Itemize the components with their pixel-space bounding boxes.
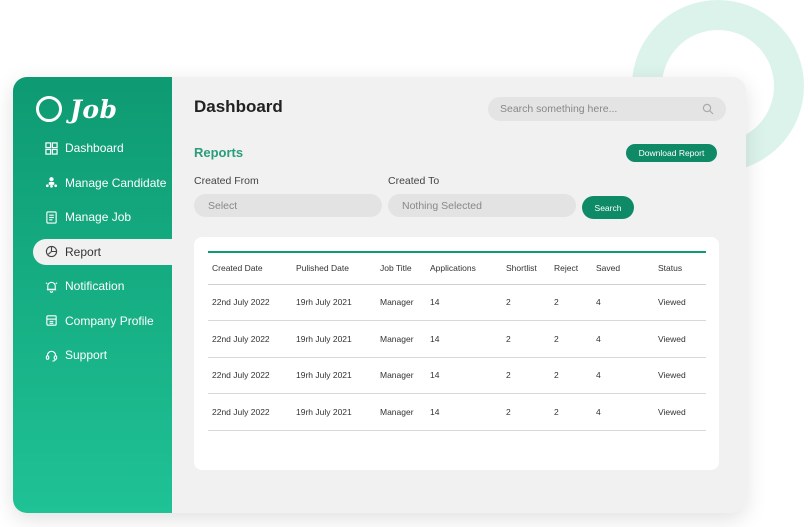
table-cell: 2 (502, 320, 550, 358)
sidebar-item-label: Company Profile (65, 313, 154, 328)
table-cell: 19rh July 2021 (292, 320, 376, 358)
app-window: Job Dashboard Manage Candidate Manage Jo… (13, 77, 746, 513)
search-button[interactable]: Search (582, 196, 634, 219)
report-table-card: Created Date Pulished Date Job Title App… (194, 237, 719, 470)
table-cell: Viewed (654, 393, 706, 431)
column-header: Created Date (212, 263, 263, 274)
download-report-button[interactable]: Download Report (626, 144, 717, 162)
table-cell: 22nd July 2022 (208, 320, 292, 358)
search-icon[interactable] (702, 103, 714, 115)
table-cell: Viewed (654, 320, 706, 358)
table-cell: Viewed (654, 284, 706, 321)
column-header: Job Title (380, 263, 412, 274)
created-from-select[interactable]: Select (194, 194, 382, 217)
brand-name: Job (70, 94, 118, 124)
page: Job Dashboard Manage Candidate Manage Jo… (0, 0, 808, 527)
table-cell: 4 (592, 320, 654, 358)
reports-title: Reports (194, 145, 244, 160)
table-cell: 2 (550, 320, 592, 358)
bell-icon (44, 279, 58, 293)
column-header: Pulished Date (296, 263, 349, 274)
table-cell: 2 (550, 357, 592, 394)
sidebar-item-label: Dashboard (65, 141, 124, 155)
sidebar-item-report[interactable]: Report (33, 238, 172, 265)
table-cell: 2 (502, 357, 550, 394)
building-icon (44, 314, 58, 328)
brand-logo[interactable]: Job (36, 91, 117, 127)
table-cell: Manager (376, 393, 426, 431)
sidebar-item-dashboard[interactable]: Dashboard (13, 135, 172, 161)
table-cell: 2 (550, 284, 592, 321)
sidebar-item-support[interactable]: Support (13, 342, 172, 368)
table-row[interactable]: 22nd July 2022 19rh July 2021 Manager 14… (208, 320, 706, 358)
table-cell: 2 (502, 284, 550, 321)
main-content: Dashboard Reports Download Report Create… (172, 77, 746, 513)
table-cell: 14 (426, 284, 502, 321)
table-cell: 22nd July 2022 (208, 357, 292, 394)
table-cell: 14 (426, 320, 502, 358)
table-cell: 19rh July 2021 (292, 284, 376, 321)
column-header: Applications (430, 263, 476, 274)
table-row[interactable]: 22nd July 2022 19rh July 2021 Manager 14… (208, 357, 706, 394)
search-input[interactable] (500, 103, 702, 115)
created-to-select[interactable]: Nothing Selected (388, 194, 576, 217)
table-cell: 14 (426, 393, 502, 431)
sidebar-item-label: Report (65, 244, 102, 259)
report-table: Created Date Pulished Date Job Title App… (208, 251, 706, 431)
logo-ring-icon (36, 96, 62, 122)
sidebar-item-manage-candidate[interactable]: Manage Candidate (13, 170, 172, 196)
sidebar: Job Dashboard Manage Candidate Manage Jo… (13, 77, 172, 513)
sidebar-nav: Dashboard Manage Candidate Manage Job Re… (13, 135, 172, 377)
column-header: Reject (554, 263, 579, 274)
search-bar (488, 97, 726, 121)
table-cell: 14 (426, 357, 502, 394)
sidebar-item-label: Notification (65, 279, 125, 293)
table-cell: 2 (550, 393, 592, 431)
sidebar-item-manage-job[interactable]: Manage Job (13, 204, 172, 230)
table-cell: 4 (592, 284, 654, 321)
table-cell: 22nd July 2022 (208, 393, 292, 431)
table-cell: 4 (592, 393, 654, 431)
chart-pie-icon (44, 245, 58, 259)
column-header: Status (658, 263, 683, 274)
table-cell: 2 (502, 393, 550, 431)
table-cell: Manager (376, 284, 426, 321)
column-header: Shortlist (506, 263, 537, 274)
column-header: Saved (596, 263, 621, 274)
page-title: Dashboard (194, 97, 283, 116)
sidebar-item-label: Manage Job (65, 210, 132, 224)
created-from-label: Created From (194, 175, 259, 187)
created-to-label: Created To (388, 175, 440, 187)
table-cell: 19rh July 2021 (292, 393, 376, 431)
table-cell: Viewed (654, 357, 706, 394)
grid-icon (44, 141, 58, 155)
headset-icon (44, 348, 58, 362)
table-header-row: Created Date Pulished Date Job Title App… (208, 252, 706, 284)
document-icon (44, 210, 58, 224)
table-cell: Manager (376, 357, 426, 394)
sidebar-item-label: Manage Candidate (65, 175, 167, 190)
table-cell: 4 (592, 357, 654, 394)
sidebar-item-company-profile[interactable]: Company Profile (13, 308, 172, 334)
table-row[interactable]: 22nd July 2022 19rh July 2021 Manager 14… (208, 284, 706, 321)
table-cell: Manager (376, 320, 426, 358)
table-cell: 22nd July 2022 (208, 284, 292, 321)
table-cell: 19rh July 2021 (292, 357, 376, 394)
sidebar-item-notification[interactable]: Notification (13, 273, 172, 299)
users-icon (44, 176, 58, 190)
table-row[interactable]: 22nd July 2022 19rh July 2021 Manager 14… (208, 393, 706, 431)
sidebar-item-label: Support (65, 348, 108, 362)
